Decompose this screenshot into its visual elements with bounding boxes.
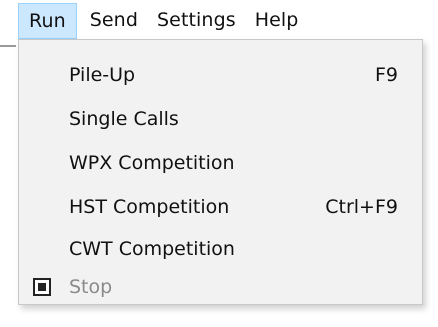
menu-item-label: WPX Competition	[69, 152, 235, 174]
menu-item-cwt-competition[interactable]: CWT Competition	[19, 228, 422, 270]
menu-bar: Run Send Settings Help	[0, 0, 438, 40]
menu-item-label: CWT Competition	[69, 238, 235, 260]
background-divider	[0, 45, 16, 47]
menu-item-label: Stop	[69, 276, 113, 298]
menu-item-hst-competition[interactable]: HST Competition Ctrl+F9	[19, 186, 422, 228]
menu-item-stop[interactable]: Stop	[19, 266, 422, 308]
menu-item-single-calls[interactable]: Single Calls	[19, 98, 422, 140]
menu-help[interactable]: Help	[249, 3, 305, 37]
run-menu-dropdown: Pile-Up F9 Single Calls WPX Competition …	[18, 39, 423, 305]
stop-icon	[33, 278, 51, 296]
menu-item-pile-up[interactable]: Pile-Up F9	[19, 54, 422, 96]
menu-send[interactable]: Send	[84, 3, 144, 37]
menu-item-label: Pile-Up	[69, 64, 136, 86]
menu-item-label: HST Competition	[69, 196, 230, 218]
menu-item-shortcut: Ctrl+F9	[325, 196, 398, 218]
app-window: Run Send Settings Help Pile-Up F9 Single…	[0, 0, 438, 327]
menu-settings[interactable]: Settings	[151, 3, 242, 37]
menu-run[interactable]: Run	[18, 3, 77, 39]
menu-item-wpx-competition[interactable]: WPX Competition	[19, 142, 422, 184]
menu-item-shortcut: F9	[374, 64, 398, 86]
menu-item-label: Single Calls	[69, 108, 179, 130]
